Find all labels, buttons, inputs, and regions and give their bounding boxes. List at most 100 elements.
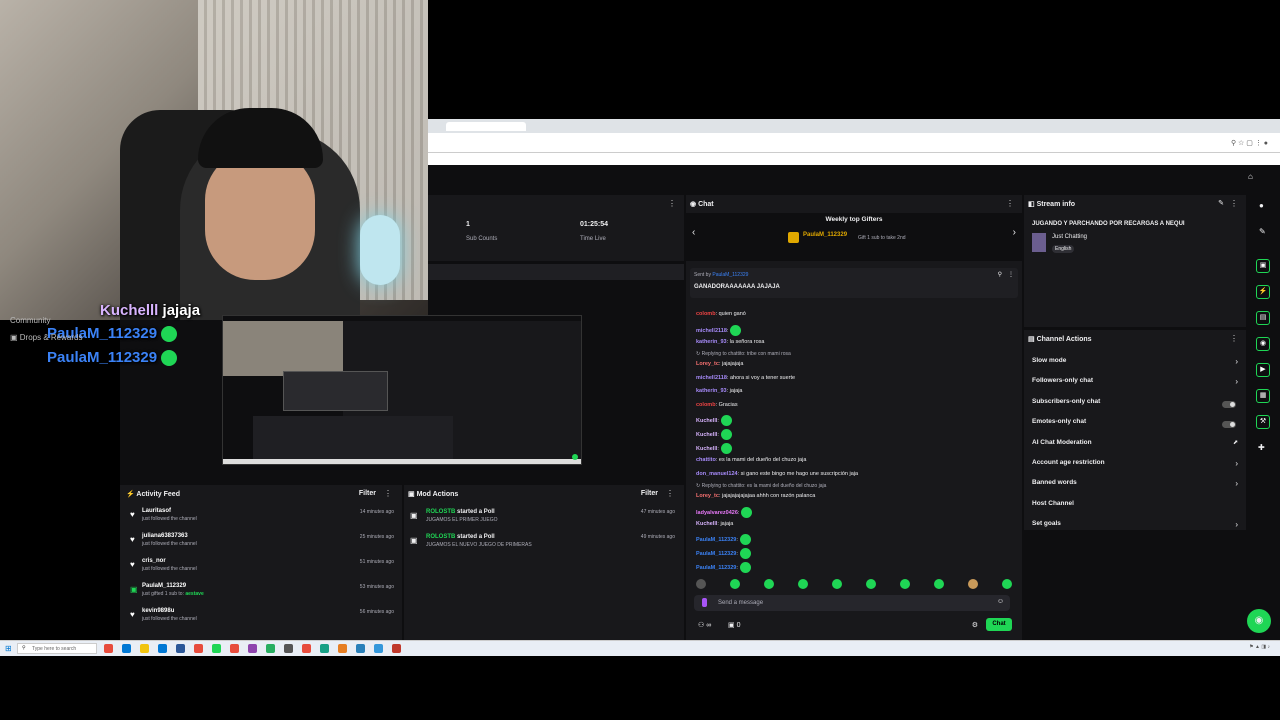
- feed-user[interactable]: PaulaM_112329: [142, 583, 186, 589]
- chat-message[interactable]: PaulaM_112329:: [696, 534, 751, 545]
- taskbar-app-icon[interactable]: [338, 644, 347, 653]
- chevron-right-icon[interactable]: ›: [1235, 357, 1238, 366]
- channel-action-item[interactable]: Subscribers-only chat: [1024, 398, 1246, 412]
- chat-message[interactable]: katherin_93: la señora rosa: [696, 339, 765, 345]
- chat-message[interactable]: don_manuel124: si gano este bingo me hag…: [696, 471, 858, 477]
- chat-username[interactable]: colomb: [696, 311, 716, 317]
- browser-address-bar[interactable]: ⚲ ☆ ▢ ⋮ ●: [428, 133, 1280, 153]
- chat-message[interactable]: ladyalvarez0426:: [696, 506, 753, 518]
- activity-feed-item[interactable]: ♥ kevin9898u just followed the channel: [130, 608, 390, 622]
- feed-user[interactable]: cris_nor: [142, 558, 166, 564]
- taskbar-app-icon[interactable]: [212, 644, 221, 653]
- kebab-icon[interactable]: ⋮: [668, 199, 676, 208]
- taskbar-app-icon[interactable]: [284, 644, 293, 653]
- chat-username[interactable]: Kuchelll: [696, 418, 717, 424]
- emote-icon[interactable]: [798, 579, 808, 589]
- activity-feed-item[interactable]: ♥ juliana63837363 just followed the channe…: [130, 533, 390, 547]
- chat-username[interactable]: Kuchelll: [696, 446, 717, 452]
- chevron-right-icon[interactable]: ›: [1235, 479, 1238, 488]
- rail-camera-icon[interactable]: ▣: [1256, 259, 1270, 273]
- system-tray[interactable]: ⚑ ▲ ◨ ♪: [1249, 644, 1270, 650]
- taskbar-app-icon[interactable]: [320, 644, 329, 653]
- pin-icon[interactable]: ⚲: [998, 271, 1002, 278]
- kebab-icon[interactable]: ⋮: [384, 489, 392, 498]
- chat-message[interactable]: katherin_93: jajaja: [696, 388, 742, 394]
- kebab-icon[interactable]: ⋮: [666, 489, 674, 498]
- taskbar-app-icon[interactable]: [356, 644, 365, 653]
- toggle-switch[interactable]: [1222, 400, 1236, 408]
- browser-toolbar-icons[interactable]: ⚲ ☆ ▢ ⋮ ●: [1231, 139, 1268, 147]
- taskbar-app-icon[interactable]: [176, 644, 185, 653]
- mod-action-item[interactable]: ▣ ROLOSTB started a Poll JUGAMOS EL NUEVO …: [410, 534, 675, 548]
- mod-action-item[interactable]: ▣ ROLOSTB started a Poll JUGAMOS EL PRIMER…: [410, 509, 675, 523]
- points-counter[interactable]: ▣ 0: [728, 621, 740, 629]
- feed-user[interactable]: juliana63837363: [142, 533, 188, 539]
- emote-icon[interactable]: [1002, 579, 1012, 589]
- rail-bolt-icon[interactable]: ⚡: [1256, 285, 1270, 299]
- emote-icon[interactable]: [934, 579, 944, 589]
- kick-logo-icon[interactable]: ⌂: [1248, 172, 1260, 184]
- chat-send-button[interactable]: Chat: [986, 618, 1012, 631]
- chevron-right-icon[interactable]: ›: [1235, 377, 1238, 386]
- emote-icon[interactable]: [730, 579, 740, 589]
- chat-username[interactable]: colomb: [696, 402, 716, 408]
- chat-message[interactable]: Kuchelll:: [696, 415, 732, 426]
- chat-username[interactable]: chattito: [696, 457, 716, 463]
- chat-username[interactable]: don_manuel124: [696, 471, 738, 477]
- chevron-right-icon[interactable]: ›: [1235, 459, 1238, 468]
- chat-username[interactable]: ladyalvarez0426: [696, 509, 738, 515]
- mod-user[interactable]: ROLOSTB: [426, 509, 455, 515]
- floating-chat-icon[interactable]: ◉: [1247, 609, 1271, 633]
- emote-icon[interactable]: [832, 579, 842, 589]
- top-gifter-name[interactable]: PaulaM_112329: [803, 232, 847, 238]
- rail-chat-icon[interactable]: ◉: [1256, 337, 1270, 351]
- activity-feed-item[interactable]: ▣ PaulaM_112329 just gifted 1 sub to: aest…: [130, 583, 390, 597]
- chevron-right-icon[interactable]: ›: [1013, 227, 1016, 238]
- external-link-icon[interactable]: ⬈: [1233, 439, 1238, 446]
- rail-doc-icon[interactable]: ▤: [1256, 311, 1270, 325]
- windows-start-icon[interactable]: ⊞: [5, 644, 12, 653]
- chat-username[interactable]: PaulaM_112329: [696, 537, 736, 543]
- kebab-icon[interactable]: ⋮: [1008, 271, 1014, 278]
- chat-username[interactable]: michell2118: [696, 327, 727, 333]
- filter-button[interactable]: Filter: [359, 490, 376, 497]
- emote-icon[interactable]: [696, 579, 706, 589]
- taskbar-app-icon[interactable]: [248, 644, 257, 653]
- activity-feed-item[interactable]: ♥ cris_nor just followed the channel: [130, 558, 390, 572]
- chat-message[interactable]: Kuchelll:: [696, 443, 732, 454]
- chat-message[interactable]: chattito: es la mami del dueño del chuzo…: [696, 457, 806, 463]
- chat-message[interactable]: Lorey_tc: jajajajaja: [696, 361, 743, 367]
- channel-action-item[interactable]: Emotes-only chat: [1024, 418, 1246, 432]
- kebab-icon[interactable]: ⋮: [1230, 334, 1238, 343]
- taskbar-app-icon[interactable]: [266, 644, 275, 653]
- taskbar-app-icon[interactable]: [302, 644, 311, 653]
- kebab-icon[interactable]: ⋮: [1230, 199, 1238, 208]
- nav-item-community[interactable]: Community: [10, 316, 50, 325]
- channel-action-item[interactable]: Slow mode ›: [1024, 357, 1246, 371]
- chat-input[interactable]: Send a message ☺: [694, 595, 1010, 611]
- chat-username[interactable]: michell2118: [696, 375, 727, 381]
- mod-user[interactable]: ROLOSTB: [426, 534, 455, 540]
- taskbar-app-icon[interactable]: [392, 644, 401, 653]
- channel-action-item[interactable]: AI Chat Moderation ⬈: [1024, 439, 1246, 453]
- chat-username[interactable]: PaulaM_112329: [696, 565, 736, 571]
- pinned-message[interactable]: Sent by PaulaM_112329 GANADORAAAAAAA JAJ…: [690, 268, 1018, 298]
- chat-message[interactable]: colomb: Gracias: [696, 402, 738, 408]
- chat-username[interactable]: Lorey_tc: [696, 361, 719, 367]
- chat-message[interactable]: Lorey_tc: jajajajajajajaa ahhh con razón…: [696, 493, 815, 499]
- rail-wrench-icon[interactable]: ⚒: [1256, 415, 1270, 429]
- channel-action-item[interactable]: Host Channel: [1024, 500, 1246, 514]
- stream-category[interactable]: Just Chatting: [1052, 234, 1087, 240]
- taskbar-app-icon[interactable]: [104, 644, 113, 653]
- emote-icon[interactable]: [968, 579, 978, 589]
- rail-dot-icon[interactable]: ●: [1259, 201, 1264, 210]
- toggle-switch[interactable]: [1222, 421, 1236, 429]
- chevron-right-icon[interactable]: ›: [1235, 520, 1238, 529]
- taskbar-app-icon[interactable]: [122, 644, 131, 653]
- filter-button[interactable]: Filter: [641, 490, 658, 497]
- users-icon[interactable]: ⚇ ∞: [698, 621, 711, 629]
- chat-message[interactable]: michell2118:: [696, 324, 742, 336]
- emote-picker-icon[interactable]: [702, 598, 707, 607]
- taskbar-app-icon[interactable]: [194, 644, 203, 653]
- chat-username[interactable]: Lorey_tc: [696, 493, 719, 499]
